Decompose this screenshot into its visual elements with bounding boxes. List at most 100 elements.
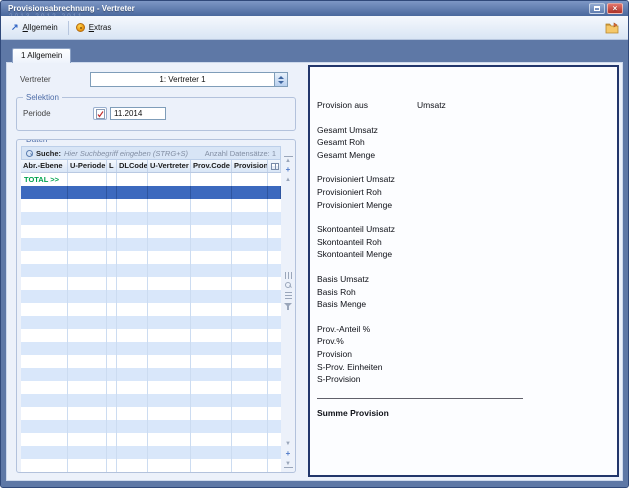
column-header-3[interactable]: DLCode xyxy=(117,160,148,172)
table-cell xyxy=(232,173,268,186)
table-row[interactable] xyxy=(21,277,281,290)
table-row[interactable] xyxy=(21,355,281,368)
table-cell xyxy=(117,342,148,355)
close-button[interactable]: × xyxy=(607,3,623,14)
summary-row: S-Provision xyxy=(317,373,607,386)
table-row[interactable] xyxy=(21,212,281,225)
table-cell xyxy=(117,433,148,446)
last-record-icon[interactable]: ▼ xyxy=(284,460,293,468)
append-record-icon[interactable]: + xyxy=(284,450,293,458)
table-cell xyxy=(268,316,281,329)
table-cell xyxy=(148,264,191,277)
table-cell xyxy=(68,433,107,446)
column-chooser-button[interactable] xyxy=(268,160,281,172)
export-button[interactable] xyxy=(603,20,621,36)
table-cell xyxy=(117,420,148,433)
table-cell xyxy=(21,407,68,420)
maximize-button[interactable] xyxy=(589,3,605,14)
table-row[interactable] xyxy=(21,303,281,316)
menu-extras[interactable]: Extras xyxy=(73,21,118,34)
table-row[interactable] xyxy=(21,329,281,342)
table-cell xyxy=(191,472,232,473)
vertreter-select[interactable]: 1: Vertreter 1 xyxy=(90,72,288,87)
table-row[interactable] xyxy=(21,342,281,355)
table-row[interactable] xyxy=(21,459,281,472)
table-row[interactable] xyxy=(21,316,281,329)
table-cell xyxy=(148,420,191,433)
column-header-0[interactable]: Abr.-Ebene xyxy=(21,160,68,172)
column-header-4[interactable]: U-Vertreter xyxy=(148,160,191,172)
tab-allgemein[interactable]: 1 Allgemein xyxy=(12,48,71,63)
table-cell xyxy=(148,472,191,473)
table-cell xyxy=(117,407,148,420)
table-row[interactable] xyxy=(21,472,281,473)
table-cell xyxy=(117,394,148,407)
table-cell xyxy=(21,316,68,329)
table-row[interactable] xyxy=(21,199,281,212)
column-header-2[interactable]: L xyxy=(107,160,117,172)
insert-record-icon[interactable]: + xyxy=(284,166,293,174)
table-cell xyxy=(68,420,107,433)
table-row[interactable] xyxy=(21,264,281,277)
column-header-6[interactable]: Provision € xyxy=(232,160,268,172)
table-cell xyxy=(21,355,68,368)
table-cell xyxy=(21,459,68,472)
table-cell xyxy=(148,225,191,238)
arrow-up-right-icon: ↗ xyxy=(11,23,19,32)
table-row[interactable] xyxy=(21,238,281,251)
table-cell xyxy=(107,381,117,394)
table-cell xyxy=(148,394,191,407)
summary-label: Provisioniert Umsatz xyxy=(317,173,417,186)
summary-label: Provision aus xyxy=(317,99,417,112)
table-cell xyxy=(232,446,268,459)
table-cell xyxy=(117,472,148,473)
table-row[interactable] xyxy=(21,407,281,420)
table-row-total[interactable]: TOTAL >> xyxy=(21,173,281,186)
table-cell xyxy=(117,290,148,303)
table-row[interactable] xyxy=(21,394,281,407)
first-record-icon[interactable]: ▲ xyxy=(284,156,293,164)
table-cell xyxy=(117,251,148,264)
table-row[interactable] xyxy=(21,368,281,381)
table-row[interactable] xyxy=(21,420,281,433)
summary-row: Skontoanteil Umsatz xyxy=(317,223,607,236)
table-cell xyxy=(232,355,268,368)
table-row[interactable] xyxy=(21,433,281,446)
table-row[interactable] xyxy=(21,290,281,303)
table-cell xyxy=(232,472,268,473)
table-cell xyxy=(107,329,117,342)
table-row[interactable] xyxy=(21,381,281,394)
table-cell xyxy=(232,342,268,355)
table-cell xyxy=(107,407,117,420)
table-row[interactable] xyxy=(21,446,281,459)
column-header-5[interactable]: Prov.Code xyxy=(191,160,232,172)
table-cell xyxy=(268,433,281,446)
table-row[interactable] xyxy=(21,251,281,264)
calendar-button[interactable] xyxy=(93,107,107,120)
filter-icon[interactable] xyxy=(284,301,293,309)
table-row-selected[interactable] xyxy=(21,186,281,199)
table-cell xyxy=(107,290,117,303)
table-cell xyxy=(117,459,148,472)
columns-icon[interactable] xyxy=(284,271,293,279)
column-chooser-icon xyxy=(271,163,279,170)
spinner-button[interactable] xyxy=(274,73,287,86)
title-bar[interactable]: Provisionsabrechnung - Vertreter 2013 20… xyxy=(1,1,628,16)
vertreter-field-row: Vertreter 1: Vertreter 1 xyxy=(20,72,302,87)
sort-icon[interactable] xyxy=(284,291,293,299)
table-cell xyxy=(68,407,107,420)
search-bar[interactable]: Suche: Hier Suchbegriff eingeben (STRG+S… xyxy=(21,146,281,160)
search-placeholder: Hier Suchbegriff eingeben (STRG+S) xyxy=(64,149,188,158)
table-row[interactable] xyxy=(21,225,281,238)
table-cell xyxy=(232,238,268,251)
prev-record-icon[interactable]: ▲ xyxy=(284,176,293,184)
next-record-icon[interactable]: ▼ xyxy=(284,440,293,448)
table-cell xyxy=(148,342,191,355)
table-cell xyxy=(117,303,148,316)
summary-row: Provision xyxy=(317,348,607,361)
zoom-icon[interactable] xyxy=(284,281,293,289)
periode-input[interactable] xyxy=(110,107,166,120)
table-cell xyxy=(232,394,268,407)
column-header-1[interactable]: U-Periode xyxy=(68,160,107,172)
table-cell xyxy=(191,459,232,472)
